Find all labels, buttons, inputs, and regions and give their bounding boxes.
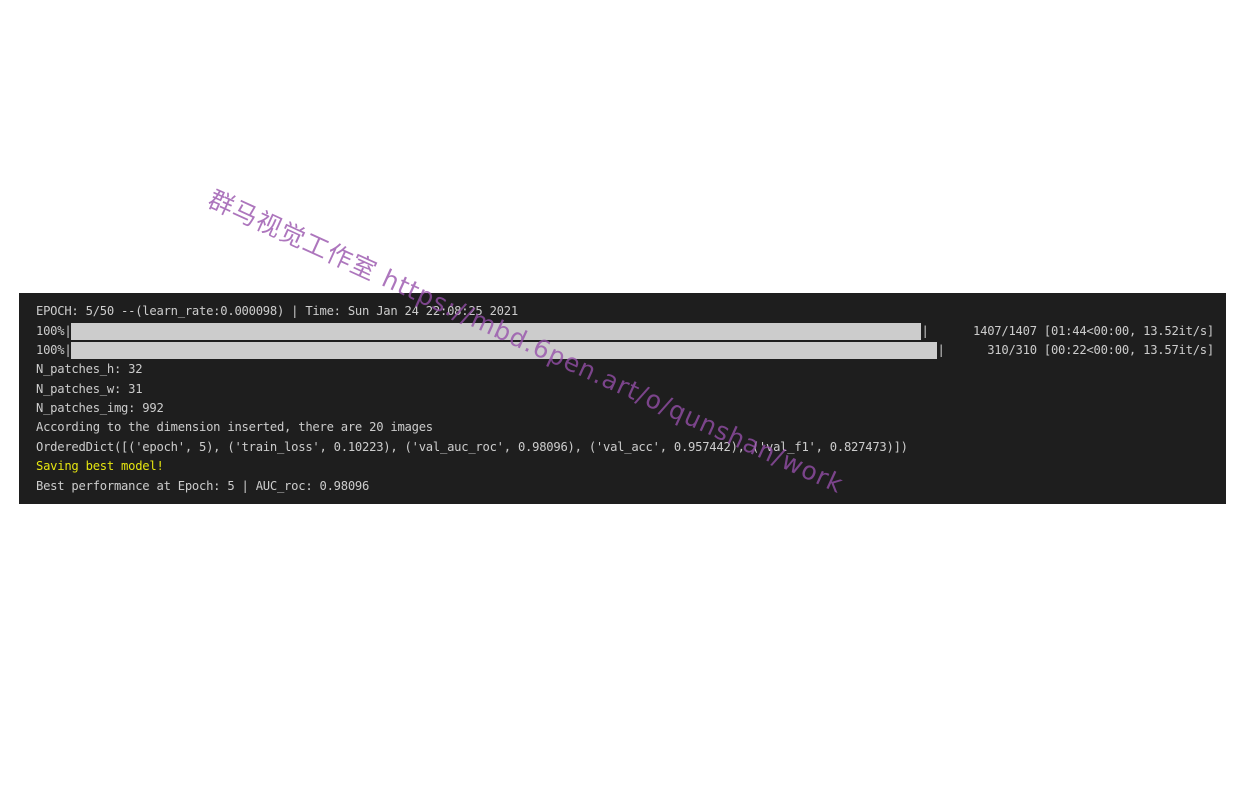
progress-bar-fill: [71, 322, 922, 340]
progress-stats: 1407/1407 [01:44<00:00, 13.52it/s]: [973, 324, 1214, 339]
epoch-line: EPOCH: 5/50 --(learn_rate:0.000098) | Ti…: [36, 304, 518, 318]
train-progress-bar: 100% | | 1407/1407 [01:44<00:00, 13.52it/s]: [36, 321, 1214, 340]
progress-bar-right-edge: |: [921, 324, 929, 339]
progress-bar-fill: [71, 341, 938, 359]
n-patches-img-line: N_patches_img: 992: [36, 400, 164, 415]
terminal-output[interactable]: EPOCH: 5/50 --(learn_rate:0.000098) | Ti…: [19, 293, 1226, 504]
metrics-dict-line: OrderedDict([('epoch', 5), ('train_loss'…: [36, 439, 908, 454]
progress-stats: 310/310 [00:22<00:00, 13.57it/s]: [987, 343, 1214, 358]
best-performance-line: Best performance at Epoch: 5 | AUC_roc: …: [36, 478, 370, 493]
n-patches-w-line: N_patches_w: 31: [36, 381, 143, 396]
progress-bar-left-edge: |: [64, 343, 72, 358]
progress-bar-left-edge: |: [64, 324, 72, 339]
progress-percent: 100%: [36, 343, 65, 358]
progress-bar-right-edge: |: [937, 343, 945, 358]
saving-model-line: Saving best model!: [36, 459, 164, 474]
page: EPOCH: 5/50 --(learn_rate:0.000098) | Ti…: [0, 0, 1243, 799]
val-progress-bar: 100% | | 310/310 [00:22<00:00, 13.57it/s]: [36, 341, 1214, 360]
progress-percent: 100%: [36, 324, 65, 339]
images-count-line: According to the dimension inserted, the…: [36, 420, 433, 435]
n-patches-h-line: N_patches_h: 32: [36, 362, 143, 377]
